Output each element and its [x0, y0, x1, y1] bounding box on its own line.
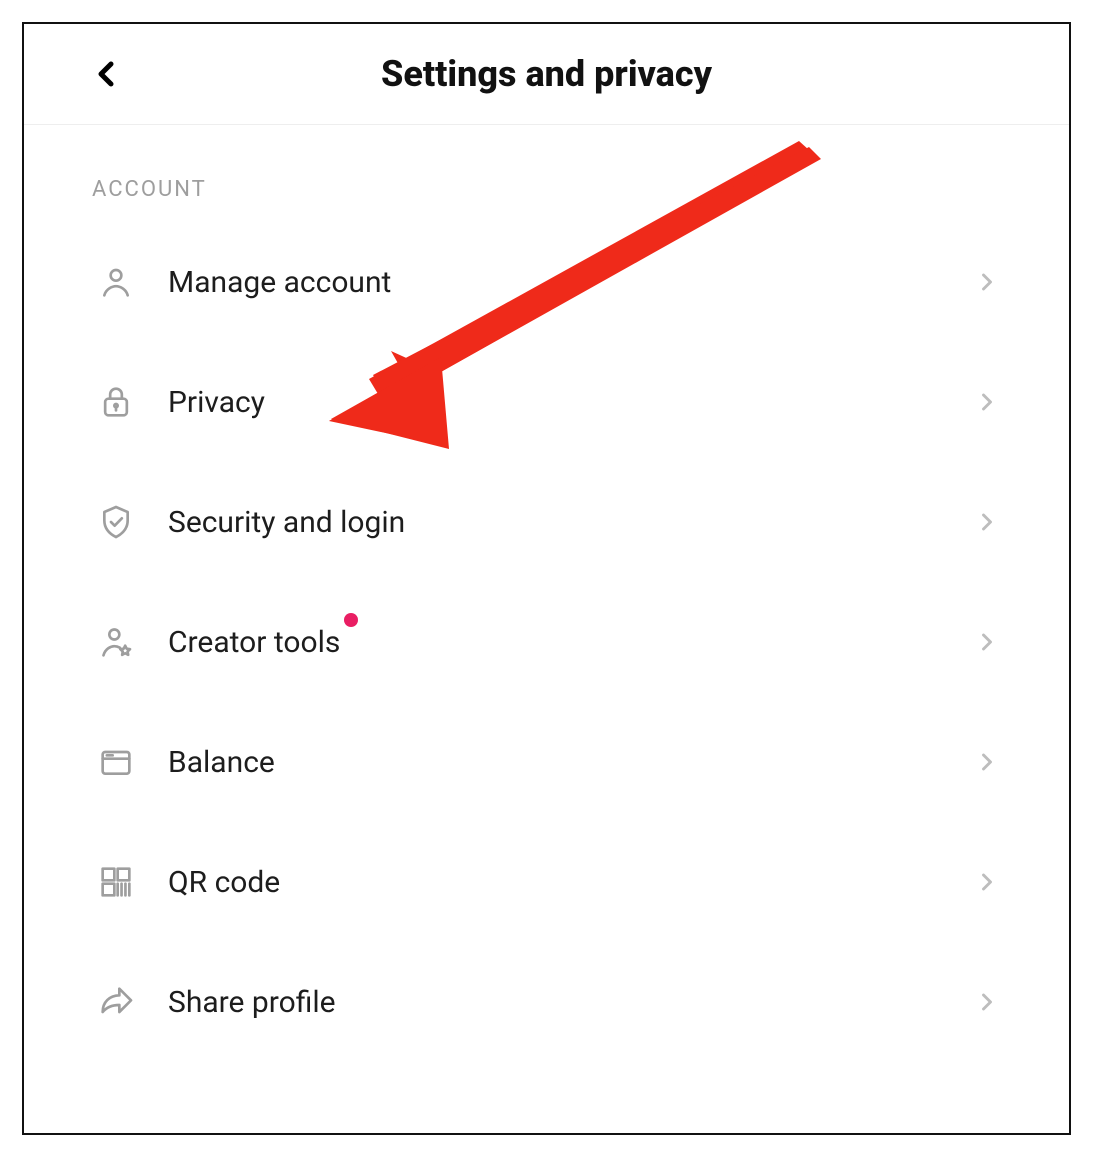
- chevron-left-icon: [86, 54, 126, 94]
- person-star-icon: [92, 618, 140, 666]
- back-button[interactable]: [84, 52, 128, 96]
- lock-icon: [92, 378, 140, 426]
- menu-label: Privacy: [168, 385, 973, 420]
- menu-item-share-profile[interactable]: Share profile: [60, 942, 1033, 1062]
- menu-list: Manage account Privacy Security and logi…: [24, 222, 1069, 1062]
- menu-label: Manage account: [168, 265, 973, 300]
- shield-check-icon: [92, 498, 140, 546]
- app-frame: Settings and privacy ACCOUNT Manage acco…: [22, 22, 1071, 1135]
- menu-item-qr-code[interactable]: QR code: [60, 822, 1033, 942]
- menu-label: Security and login: [168, 505, 973, 540]
- chevron-right-icon: [973, 628, 1001, 656]
- menu-label: Creator tools: [168, 625, 973, 660]
- menu-item-privacy[interactable]: Privacy: [60, 342, 1033, 462]
- header: Settings and privacy: [24, 24, 1069, 125]
- chevron-right-icon: [973, 388, 1001, 416]
- menu-label: QR code: [168, 865, 973, 900]
- chevron-right-icon: [973, 748, 1001, 776]
- qr-code-icon: [92, 858, 140, 906]
- person-icon: [92, 258, 140, 306]
- chevron-right-icon: [973, 508, 1001, 536]
- share-icon: [92, 978, 140, 1026]
- menu-label: Balance: [168, 745, 973, 780]
- chevron-right-icon: [973, 268, 1001, 296]
- menu-label-text: Creator tools: [168, 625, 340, 660]
- menu-item-manage-account[interactable]: Manage account: [60, 222, 1033, 342]
- chevron-right-icon: [973, 868, 1001, 896]
- chevron-right-icon: [973, 988, 1001, 1016]
- menu-item-security-login[interactable]: Security and login: [60, 462, 1033, 582]
- menu-item-balance[interactable]: Balance: [60, 702, 1033, 822]
- page-title: Settings and privacy: [24, 53, 1069, 95]
- menu-item-creator-tools[interactable]: Creator tools: [60, 582, 1033, 702]
- wallet-icon: [92, 738, 140, 786]
- menu-label: Share profile: [168, 985, 973, 1020]
- section-label-account: ACCOUNT: [24, 125, 1069, 222]
- new-badge-dot: [344, 613, 358, 627]
